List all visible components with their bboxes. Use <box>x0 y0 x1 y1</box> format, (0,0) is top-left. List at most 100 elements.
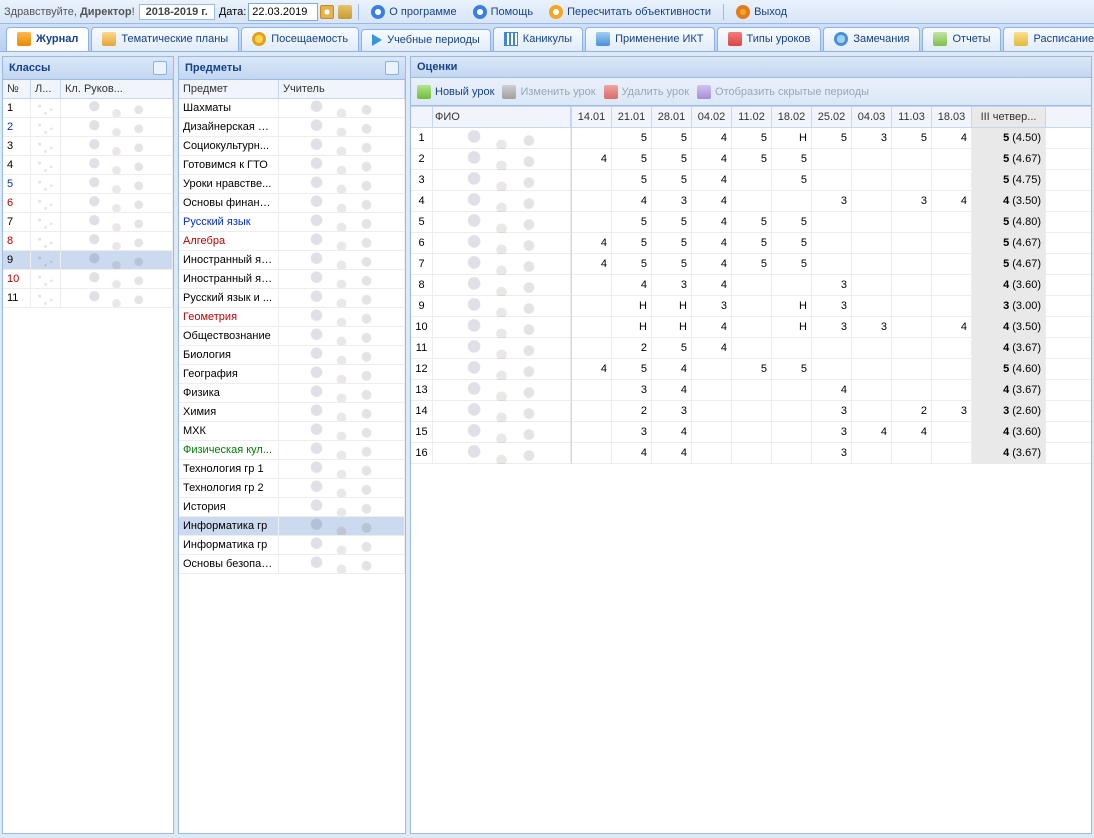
grade-cell[interactable]: 2 <box>892 401 932 422</box>
tab-отчеты[interactable]: Отчеты <box>922 27 1001 51</box>
grade-cell[interactable] <box>892 359 932 380</box>
subject-row[interactable]: Информатика гр <box>179 517 405 536</box>
grade-cell[interactable]: 5 <box>652 233 692 254</box>
grade-cell[interactable]: 4 <box>692 254 732 275</box>
date-col[interactable]: 04.02 <box>692 107 732 127</box>
grade-cell[interactable]: 3 <box>812 422 852 443</box>
grade-cell[interactable]: 4 <box>652 359 692 380</box>
grade-cell[interactable] <box>892 212 932 233</box>
tab-расписание[interactable]: Расписание <box>1003 27 1094 51</box>
new-lesson-button[interactable]: Новый урок <box>417 85 494 99</box>
subject-row[interactable]: Основы финанс... <box>179 194 405 213</box>
exit-link[interactable]: Выход <box>730 3 793 21</box>
grade-cell[interactable]: 4 <box>692 191 732 212</box>
grade-cell[interactable]: Н <box>612 317 652 338</box>
grade-cell[interactable]: 5 <box>772 254 812 275</box>
grade-cell[interactable] <box>892 380 932 401</box>
col-subject[interactable]: Предмет <box>179 80 279 98</box>
edit-lesson-button[interactable]: Изменить урок <box>502 85 595 99</box>
grade-row[interactable]: 2544 (3.67) <box>572 338 1091 359</box>
tab-замечания[interactable]: Замечания <box>823 27 920 51</box>
grade-cell[interactable]: 4 <box>692 317 732 338</box>
grade-cell[interactable] <box>892 170 932 191</box>
grade-cell[interactable]: 5 <box>652 149 692 170</box>
grade-cell[interactable]: 5 <box>652 338 692 359</box>
grade-cell[interactable] <box>572 296 612 317</box>
grade-cell[interactable] <box>852 443 892 464</box>
grade-cell[interactable]: 5 <box>652 212 692 233</box>
grade-cell[interactable] <box>812 338 852 359</box>
grade-cell[interactable] <box>852 233 892 254</box>
grade-cell[interactable]: 2 <box>612 401 652 422</box>
grade-cell[interactable]: 4 <box>692 128 732 149</box>
grade-cell[interactable]: 4 <box>692 149 732 170</box>
grade-row[interactable]: 233233 (2.60) <box>572 401 1091 422</box>
tab-применение икт[interactable]: Применение ИКТ <box>585 27 714 51</box>
subject-row[interactable]: История <box>179 498 405 517</box>
grade-cell[interactable]: 3 <box>612 422 652 443</box>
grade-cell[interactable]: 3 <box>892 191 932 212</box>
grade-cell[interactable]: 5 <box>772 212 812 233</box>
grade-cell[interactable]: 4 <box>892 422 932 443</box>
grade-cell[interactable] <box>812 170 852 191</box>
grade-cell[interactable]: 5 <box>612 359 652 380</box>
grade-cell[interactable] <box>772 191 812 212</box>
grade-cell[interactable] <box>772 380 812 401</box>
grade-cell[interactable]: 5 <box>772 359 812 380</box>
grade-cell[interactable]: 5 <box>612 212 652 233</box>
grade-row[interactable]: 343444 (3.60) <box>572 422 1091 443</box>
grade-cell[interactable] <box>732 338 772 359</box>
grade-cell[interactable]: 5 <box>612 233 652 254</box>
grade-row-fixed[interactable]: 15 <box>411 422 571 443</box>
grade-cell[interactable] <box>572 422 612 443</box>
grade-cell[interactable]: 3 <box>652 275 692 296</box>
grade-cell[interactable] <box>572 380 612 401</box>
class-row[interactable]: 3 <box>3 137 173 156</box>
subject-row[interactable]: Информатика гр <box>179 536 405 555</box>
grade-row-fixed[interactable]: 10 <box>411 317 571 338</box>
grade-cell[interactable] <box>812 149 852 170</box>
grade-cell[interactable]: Н <box>652 296 692 317</box>
grade-row-fixed[interactable]: 3 <box>411 170 571 191</box>
grade-cell[interactable] <box>572 212 612 233</box>
lock-icon[interactable] <box>338 5 352 19</box>
grade-cell[interactable] <box>932 359 972 380</box>
grade-cell[interactable]: 3 <box>852 128 892 149</box>
grade-row[interactable]: 4343344 (3.50) <box>572 191 1091 212</box>
grade-cell[interactable] <box>852 380 892 401</box>
date-input[interactable] <box>248 3 318 21</box>
tab-типы уроков[interactable]: Типы уроков <box>717 27 822 51</box>
refresh-icon[interactable] <box>385 61 399 75</box>
grade-cell[interactable] <box>932 275 972 296</box>
grade-row[interactable]: НН4Н3344 (3.50) <box>572 317 1091 338</box>
summary-col[interactable]: III четвер... <box>972 107 1046 127</box>
subject-row[interactable]: Социокультурн... <box>179 137 405 156</box>
grade-cell[interactable] <box>692 401 732 422</box>
grade-cell[interactable] <box>732 296 772 317</box>
grade-cell[interactable]: 4 <box>652 380 692 401</box>
grade-cell[interactable] <box>932 422 972 443</box>
subject-row[interactable]: Иностранный яз... <box>179 251 405 270</box>
subject-row[interactable]: Геометрия <box>179 308 405 327</box>
grade-cell[interactable]: 4 <box>692 275 732 296</box>
grade-cell[interactable] <box>932 443 972 464</box>
grade-cell[interactable]: 4 <box>692 212 732 233</box>
date-col[interactable]: 21.01 <box>612 107 652 127</box>
class-row[interactable]: 11 <box>3 289 173 308</box>
grade-row-fixed[interactable]: 2 <box>411 149 571 170</box>
grade-cell[interactable] <box>772 443 812 464</box>
grade-cell[interactable] <box>892 275 932 296</box>
grade-cell[interactable] <box>852 254 892 275</box>
grade-row-fixed[interactable]: 5 <box>411 212 571 233</box>
grade-cell[interactable] <box>932 380 972 401</box>
grade-cell[interactable]: 3 <box>812 401 852 422</box>
grade-cell[interactable] <box>852 338 892 359</box>
grade-cell[interactable]: 3 <box>612 380 652 401</box>
tab-тематические планы[interactable]: Тематические планы <box>91 27 239 51</box>
grade-cell[interactable]: 3 <box>692 296 732 317</box>
subject-row[interactable]: Физика <box>179 384 405 403</box>
grade-cell[interactable]: 5 <box>612 149 652 170</box>
grade-cell[interactable] <box>892 149 932 170</box>
subject-row[interactable]: Русский язык <box>179 213 405 232</box>
class-row[interactable]: 1 <box>3 99 173 118</box>
